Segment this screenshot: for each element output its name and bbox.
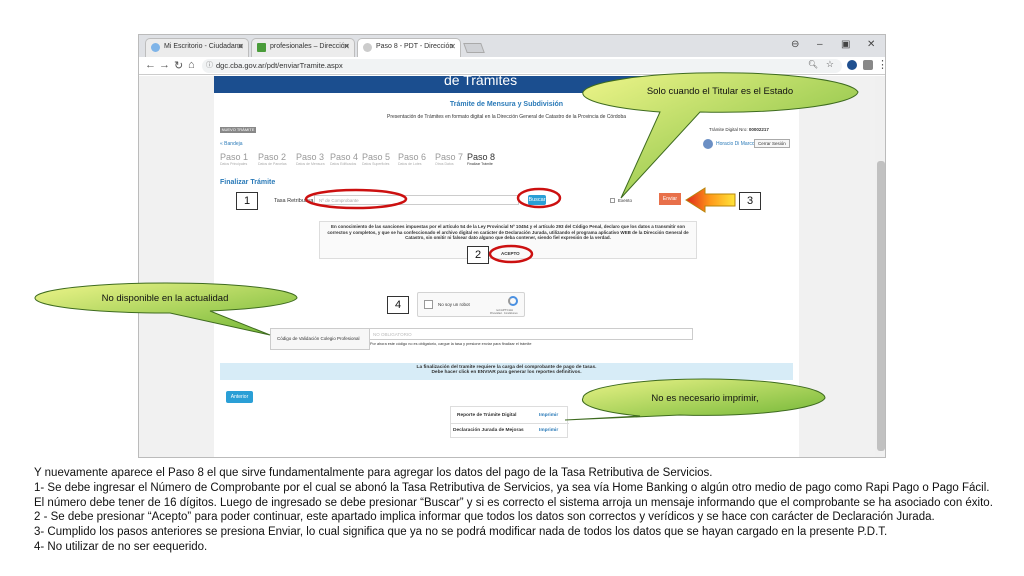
callout-titular-text: Solo cuando el Titular es el Estado [646, 86, 794, 97]
marker-4: 4 [387, 296, 409, 314]
callout-no-disponible [34, 282, 298, 336]
highlight-comprobante [304, 188, 408, 210]
marker-1: 1 [236, 192, 258, 210]
marker-2: 2 [467, 246, 489, 264]
highlight-buscar [516, 187, 562, 209]
highlight-acepto [488, 244, 534, 264]
caption-line: 4- No utilizar de no ser eequerido. [34, 540, 208, 553]
caption-line: Y nuevamente aparece el Paso 8 el que si… [34, 467, 713, 479]
caption-text: Y nuevamente aparece el Paso 8 el que si… [34, 466, 994, 555]
caption-line: 1- Se debe ingresar el Número de Comprob… [34, 481, 993, 509]
caption-line: 2 - Se debe presionar “Acepto” para pode… [34, 511, 935, 524]
caption-line: 3- Cumplido los pasos anteriores se pres… [34, 526, 888, 539]
callout-imprimir-text: No es necesario imprimir, [651, 393, 759, 404]
callout-no-disponible-text: No disponible en la actualidad [101, 293, 229, 304]
arrow-icon [685, 187, 736, 213]
marker-3: 3 [739, 192, 761, 210]
